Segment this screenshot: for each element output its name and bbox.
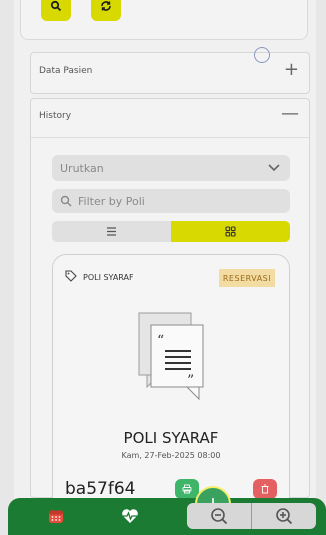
printer-icon	[182, 484, 192, 494]
list-view-button[interactable]	[52, 221, 171, 242]
collapse-icon[interactable]: —	[281, 105, 299, 123]
grid-icon	[225, 226, 236, 237]
calendar-icon[interactable]	[48, 508, 64, 524]
speech-quote-icon: “ ”	[138, 312, 204, 401]
search-button[interactable]	[41, 0, 71, 21]
expand-icon[interactable]: +	[284, 61, 299, 79]
zoom-in-icon	[276, 508, 293, 525]
zoom-out-button[interactable]	[187, 503, 252, 529]
zoom-control	[187, 503, 316, 529]
poli-filter-input[interactable]: Filter by Poli	[52, 189, 290, 213]
accordion-title: History	[39, 111, 72, 121]
status-badge: RESERVASI	[219, 269, 275, 287]
top-card	[20, 0, 308, 40]
poli-filter-placeholder: Filter by Poli	[78, 195, 145, 208]
trash-icon	[261, 484, 269, 494]
svg-text:“: “	[157, 333, 164, 349]
grid-view-button[interactable]	[171, 221, 290, 242]
list-icon	[107, 227, 116, 236]
tag-icon	[65, 270, 77, 282]
zoom-out-icon	[211, 508, 228, 525]
refresh-button[interactable]	[91, 0, 121, 21]
svg-text:”: ”	[187, 373, 194, 389]
view-toggle	[52, 221, 290, 242]
accordion-title: Data Pasien	[39, 66, 93, 76]
poli-title: POLI SYARAF	[123, 429, 219, 447]
appointment-date: Kam, 27-Feb-2025 08:00	[121, 451, 221, 460]
delete-button[interactable]	[253, 479, 277, 499]
search-icon	[60, 195, 72, 207]
print-button[interactable]	[175, 479, 199, 499]
divider	[31, 137, 309, 138]
sort-select[interactable]: Urutkan	[52, 155, 290, 181]
reservation-card[interactable]: POLI SYARAF RESERVASI “ ” POLI SYARAF Ka…	[52, 254, 290, 514]
search-icon	[50, 0, 62, 12]
sort-select-value: Urutkan	[60, 162, 104, 175]
chevron-down-icon	[268, 164, 280, 172]
poli-label: POLI SYARAF	[83, 273, 134, 282]
zoom-in-button[interactable]	[252, 503, 316, 529]
refresh-icon	[101, 1, 111, 11]
touch-indicator	[254, 47, 270, 63]
reservation-code: ba57f64	[65, 479, 136, 499]
heartbeat-icon[interactable]	[121, 508, 139, 524]
